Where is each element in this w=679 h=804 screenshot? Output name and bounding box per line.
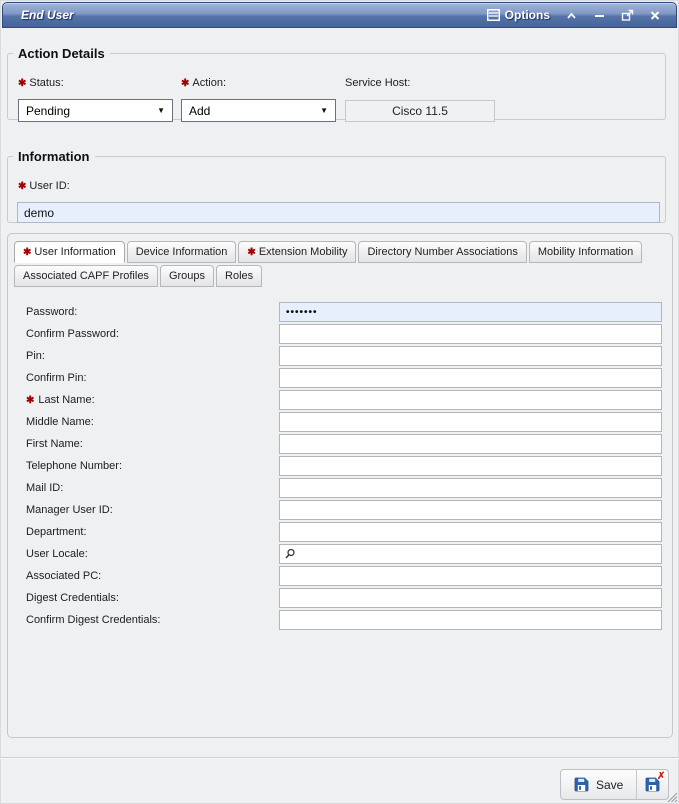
save-floppy-icon (574, 777, 589, 792)
footer-button-group: Save ✗ (560, 769, 669, 800)
user-locale-lookup (279, 544, 662, 564)
form-row-user-locale: User Locale: (8, 543, 672, 565)
service-host-label: Service Host: (345, 77, 410, 89)
form-row-manager-user-id: Manager User ID: (8, 499, 672, 521)
resize-grip[interactable] (665, 790, 678, 803)
digest-credentials-input[interactable] (279, 588, 662, 608)
tab-strip: ✱ User Information Device Information ✱ … (14, 241, 666, 287)
search-icon[interactable] (284, 548, 296, 560)
user-locale-input[interactable] (279, 544, 662, 564)
telephone-number-input[interactable] (279, 456, 662, 476)
status-label: ✱ Status: (18, 77, 64, 89)
options-button[interactable]: Options (487, 8, 550, 22)
user-information-form: Password: Confirm Password: Pin: Confirm… (8, 301, 672, 631)
action-select[interactable]: Add ▼ (181, 99, 336, 122)
middle-name-label: Middle Name: (26, 416, 279, 428)
telephone-number-label: Telephone Number: (26, 460, 279, 472)
status-select[interactable]: Pending ▼ (18, 99, 173, 122)
service-host-value: Cisco 11.5 (345, 100, 495, 122)
information-section: Information ✱ User ID: (7, 149, 666, 223)
confirm-digest-credentials-input[interactable] (279, 610, 662, 630)
tab-user-information[interactable]: ✱ User Information (14, 241, 125, 263)
form-row-mail-id: Mail ID: (8, 477, 672, 499)
tab-device-information[interactable]: Device Information (127, 241, 237, 263)
required-marker: ✱ (18, 78, 26, 89)
tab-directory-number-associations[interactable]: Directory Number Associations (358, 241, 526, 263)
manager-user-id-input[interactable] (279, 500, 662, 520)
pin-label: Pin: (26, 350, 279, 362)
close-icon[interactable] (649, 10, 661, 21)
form-row-confirm-pin: Confirm Pin: (8, 367, 672, 389)
information-legend: Information (13, 149, 95, 164)
title-bar: End User Options (2, 2, 677, 28)
associated-pc-label: Associated PC: (26, 570, 279, 582)
action-details-legend: Action Details (13, 46, 110, 61)
middle-name-input[interactable] (279, 412, 662, 432)
pin-input[interactable] (279, 346, 662, 366)
form-row-digest-credentials: Digest Credentials: (8, 587, 672, 609)
minimize-icon[interactable] (593, 10, 606, 21)
digest-credentials-label: Digest Credentials: (26, 592, 279, 604)
confirm-password-input[interactable] (279, 324, 662, 344)
title-bar-controls: Options (487, 8, 661, 22)
popout-icon[interactable] (621, 9, 634, 21)
department-input[interactable] (279, 522, 662, 542)
save-button-label: Save (596, 778, 623, 792)
confirm-digest-credentials-label: Confirm Digest Credentials: (26, 614, 279, 626)
action-label: ✱ Action: (181, 77, 226, 89)
user-locale-label: User Locale: (26, 548, 279, 560)
password-label: Password: (26, 306, 279, 318)
end-user-dialog: { "window": { "title": "End User", "opti… (0, 0, 679, 804)
footer-divider (0, 757, 679, 758)
dropdown-arrow-icon: ▼ (157, 106, 165, 115)
tab-groups[interactable]: Groups (160, 265, 214, 287)
mail-id-input[interactable] (279, 478, 662, 498)
form-row-pin: Pin: (8, 345, 672, 367)
password-input[interactable] (279, 302, 662, 322)
first-name-input[interactable] (279, 434, 662, 454)
action-value: Add (189, 104, 210, 118)
close-badge-icon: ✗ (657, 772, 665, 782)
dropdown-arrow-icon: ▼ (320, 106, 328, 115)
form-row-department: Department: (8, 521, 672, 543)
collapse-icon[interactable] (565, 10, 578, 21)
form-row-confirm-digest-credentials: Confirm Digest Credentials: (8, 609, 672, 631)
required-marker: ✱ (26, 395, 34, 406)
confirm-pin-label: Confirm Pin: (26, 372, 279, 384)
form-row-associated-pc: Associated PC: (8, 565, 672, 587)
required-marker: ✱ (23, 247, 31, 258)
last-name-label: ✱ Last Name: (26, 394, 279, 406)
options-list-icon (487, 9, 500, 21)
options-label: Options (505, 8, 550, 22)
tab-extension-mobility[interactable]: ✱ Extension Mobility (238, 241, 356, 263)
form-row-password: Password: (8, 301, 672, 323)
save-and-close-button[interactable]: ✗ (637, 770, 668, 799)
form-row-first-name: First Name: (8, 433, 672, 455)
tab-roles[interactable]: Roles (216, 265, 262, 287)
confirm-password-label: Confirm Password: (26, 328, 279, 340)
window-title: End User (21, 8, 74, 22)
mail-id-label: Mail ID: (26, 482, 279, 494)
tab-associated-capf-profiles[interactable]: Associated CAPF Profiles (14, 265, 158, 287)
confirm-pin-input[interactable] (279, 368, 662, 388)
tab-panel: ✱ User Information Device Information ✱ … (7, 233, 673, 738)
last-name-input[interactable] (279, 390, 662, 410)
department-label: Department: (26, 526, 279, 538)
user-id-input[interactable] (17, 202, 660, 223)
required-marker: ✱ (247, 247, 255, 258)
required-marker: ✱ (18, 181, 26, 192)
required-marker: ✱ (181, 78, 189, 89)
form-row-last-name: ✱ Last Name: (8, 389, 672, 411)
form-row-telephone-number: Telephone Number: (8, 455, 672, 477)
manager-user-id-label: Manager User ID: (26, 504, 279, 516)
status-value: Pending (26, 104, 70, 118)
first-name-label: First Name: (26, 438, 279, 450)
save-button[interactable]: Save (561, 770, 636, 799)
form-row-confirm-password: Confirm Password: (8, 323, 672, 345)
user-id-label: ✱ User ID: (18, 180, 70, 192)
tab-mobility-information[interactable]: Mobility Information (529, 241, 642, 263)
associated-pc-input[interactable] (279, 566, 662, 586)
action-details-section: Action Details ✱ Status: Pending ▼ ✱ Act… (7, 46, 666, 120)
form-row-middle-name: Middle Name: (8, 411, 672, 433)
